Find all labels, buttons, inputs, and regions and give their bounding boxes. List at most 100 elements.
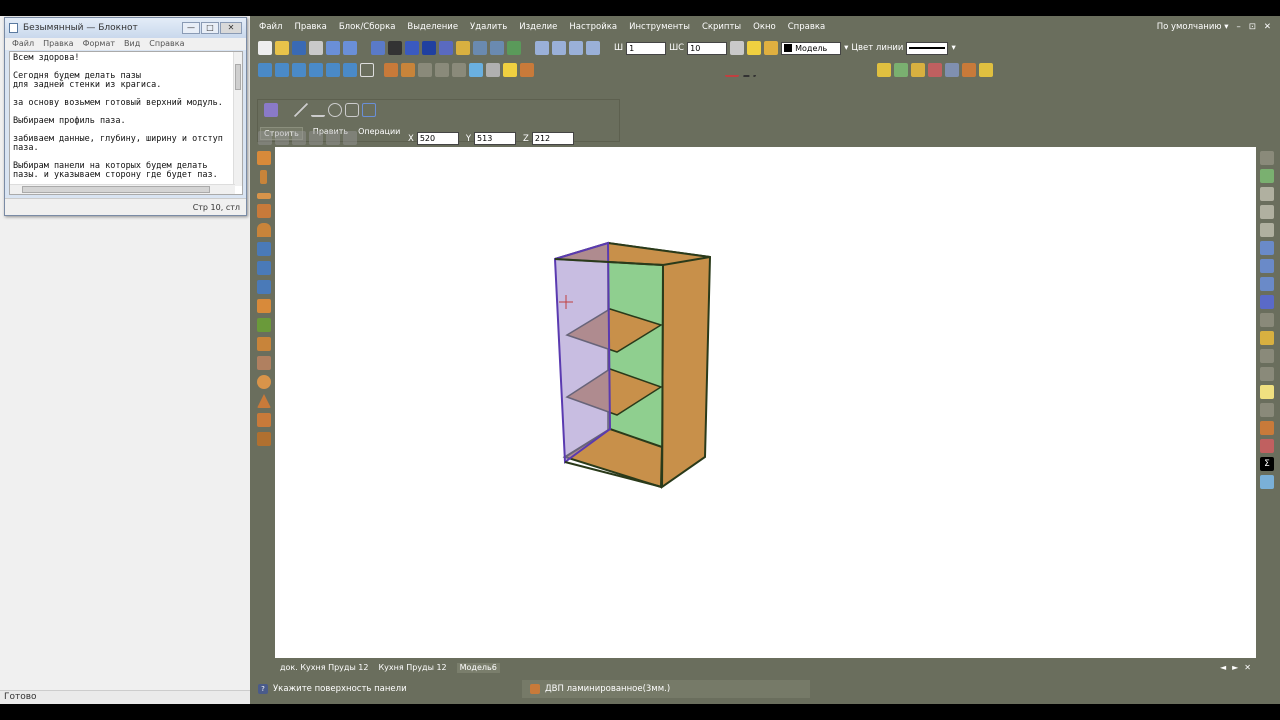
render-solid-icon[interactable] — [384, 63, 398, 77]
measure-icon[interactable] — [1260, 403, 1274, 417]
menu-file[interactable]: Файл — [259, 22, 282, 35]
rotate-icon[interactable] — [360, 63, 374, 77]
object-icon[interactable] — [1260, 169, 1274, 183]
scroll-thumb[interactable] — [22, 186, 210, 193]
curved-panel-icon[interactable] — [257, 223, 271, 237]
tab-project[interactable]: Кухня Пруды 12 — [378, 663, 446, 673]
tag-icon[interactable] — [979, 63, 993, 77]
drill-icon[interactable] — [1260, 313, 1274, 327]
groove-icon[interactable] — [1260, 241, 1274, 255]
sphere-icon[interactable] — [257, 375, 271, 389]
box-icon[interactable] — [962, 63, 976, 77]
zoom-icon[interactable] — [569, 41, 583, 55]
tab-doc-project[interactable]: док. Кухня Пруды 12 — [280, 663, 368, 673]
cabinet-model[interactable] — [275, 147, 1256, 658]
menu-delete[interactable]: Удалить — [470, 22, 507, 35]
edge-band-icon[interactable] — [1260, 205, 1274, 219]
help-icon[interactable]: ? — [258, 684, 268, 694]
dropdown-arrow-icon[interactable]: ▾ — [844, 43, 848, 53]
line-style-field[interactable]: 10 — [687, 41, 728, 55]
sum-icon[interactable]: Σ — [1260, 457, 1274, 471]
extrude-icon[interactable] — [257, 356, 271, 370]
open-folder-icon[interactable] — [275, 41, 289, 55]
leg-icon[interactable] — [1260, 439, 1274, 453]
partition-icon[interactable] — [257, 261, 271, 275]
menu-help[interactable]: Справка — [788, 22, 825, 35]
layer-select[interactable]: Модель — [781, 41, 842, 55]
groove-remove-icon[interactable] — [1260, 277, 1274, 291]
x-field[interactable]: 520 — [416, 132, 459, 145]
search-icon[interactable] — [945, 63, 959, 77]
shelf-icon[interactable] — [257, 242, 271, 256]
view-front-icon[interactable] — [258, 63, 272, 77]
close-button[interactable]: ✕ — [220, 22, 242, 34]
3d-viewport[interactable] — [275, 147, 1256, 658]
menu-help[interactable]: Справка — [149, 38, 184, 50]
notepad-text[interactable]: Всем здорова! Сегодня будем делать пазы … — [10, 52, 242, 182]
menu-view[interactable]: Вид — [124, 38, 140, 50]
pan-icon[interactable] — [586, 41, 600, 55]
settings-icon[interactable] — [928, 63, 942, 77]
cut-icon[interactable] — [1260, 295, 1274, 309]
orthogonal-icon[interactable] — [405, 41, 419, 55]
menu-format[interactable]: Формат — [83, 38, 115, 50]
menu-product[interactable]: Изделие — [519, 22, 557, 35]
render-texture-icon[interactable] — [401, 63, 415, 77]
properties-icon[interactable] — [1260, 151, 1274, 165]
light-icon[interactable] — [503, 63, 517, 77]
horizontal-scrollbar[interactable] — [10, 184, 235, 194]
menu-window[interactable]: Окно — [753, 22, 776, 35]
groove-edit-icon[interactable] — [1260, 259, 1274, 273]
y-field[interactable]: 513 — [474, 132, 517, 145]
undo-icon[interactable] — [326, 41, 340, 55]
fastener-icon[interactable] — [1260, 331, 1274, 345]
circle-tool-icon[interactable] — [328, 103, 342, 117]
tab-close-button[interactable]: ✕ — [1244, 663, 1251, 673]
report-icon[interactable] — [1260, 475, 1274, 489]
notepad-titlebar[interactable]: Безымянный — Блокнот — □ ✕ — [5, 18, 246, 38]
menu-file[interactable]: Файл — [12, 38, 34, 50]
pencil-icon[interactable] — [456, 41, 470, 55]
cone-icon[interactable] — [257, 394, 271, 408]
door-icon[interactable] — [257, 318, 271, 332]
notepad-window[interactable]: Безымянный — Блокнот — □ ✕ Файл Правка Ф… — [4, 17, 247, 216]
group-icon[interactable] — [911, 63, 925, 77]
divider-icon[interactable] — [257, 280, 271, 294]
grid-icon[interactable] — [388, 41, 402, 55]
polyline-tool-icon[interactable] — [311, 103, 325, 117]
polygon-tool-icon[interactable] — [345, 103, 359, 117]
bend-icon[interactable] — [257, 337, 271, 351]
zoom-extents-icon[interactable] — [535, 41, 549, 55]
edit-icon[interactable] — [894, 63, 908, 77]
menu-tools[interactable]: Инструменты — [629, 22, 690, 35]
line-width-field[interactable]: 1 — [626, 41, 667, 55]
menu-edit[interactable]: Правка — [43, 38, 73, 50]
render-outline-icon[interactable] — [452, 63, 466, 77]
maximize-button[interactable]: □ — [201, 22, 219, 34]
note-icon[interactable] — [1260, 385, 1274, 399]
hardware-icon[interactable] — [1260, 349, 1274, 363]
scene-icon[interactable] — [486, 63, 500, 77]
render-hidden-icon[interactable] — [435, 63, 449, 77]
assembly-icon[interactable] — [257, 432, 271, 446]
line-color-select[interactable] — [906, 41, 949, 55]
view-left-icon[interactable] — [292, 63, 306, 77]
menu-settings[interactable]: Настройка — [569, 22, 617, 35]
cabinet-icon[interactable] — [1260, 421, 1274, 435]
redo-icon[interactable] — [343, 41, 357, 55]
wand-icon[interactable] — [877, 63, 891, 77]
tab-model[interactable]: Модель6 — [456, 663, 500, 673]
view-iso-icon[interactable] — [343, 63, 357, 77]
accessory-icon[interactable] — [1260, 367, 1274, 381]
left-side-panel[interactable] — [553, 241, 612, 464]
view-right-icon[interactable] — [309, 63, 323, 77]
minimize-button[interactable]: – — [1237, 22, 1241, 35]
print-icon[interactable] — [309, 41, 323, 55]
panel-tool-icon[interactable] — [264, 103, 278, 117]
dimension-tool-icon[interactable] — [362, 103, 376, 117]
horizontal-panel-icon[interactable] — [257, 151, 271, 165]
view-top-icon[interactable] — [326, 63, 340, 77]
free-panel-icon[interactable] — [257, 204, 271, 218]
menu-edit[interactable]: Правка — [294, 22, 326, 35]
lock-icon[interactable] — [764, 41, 779, 55]
